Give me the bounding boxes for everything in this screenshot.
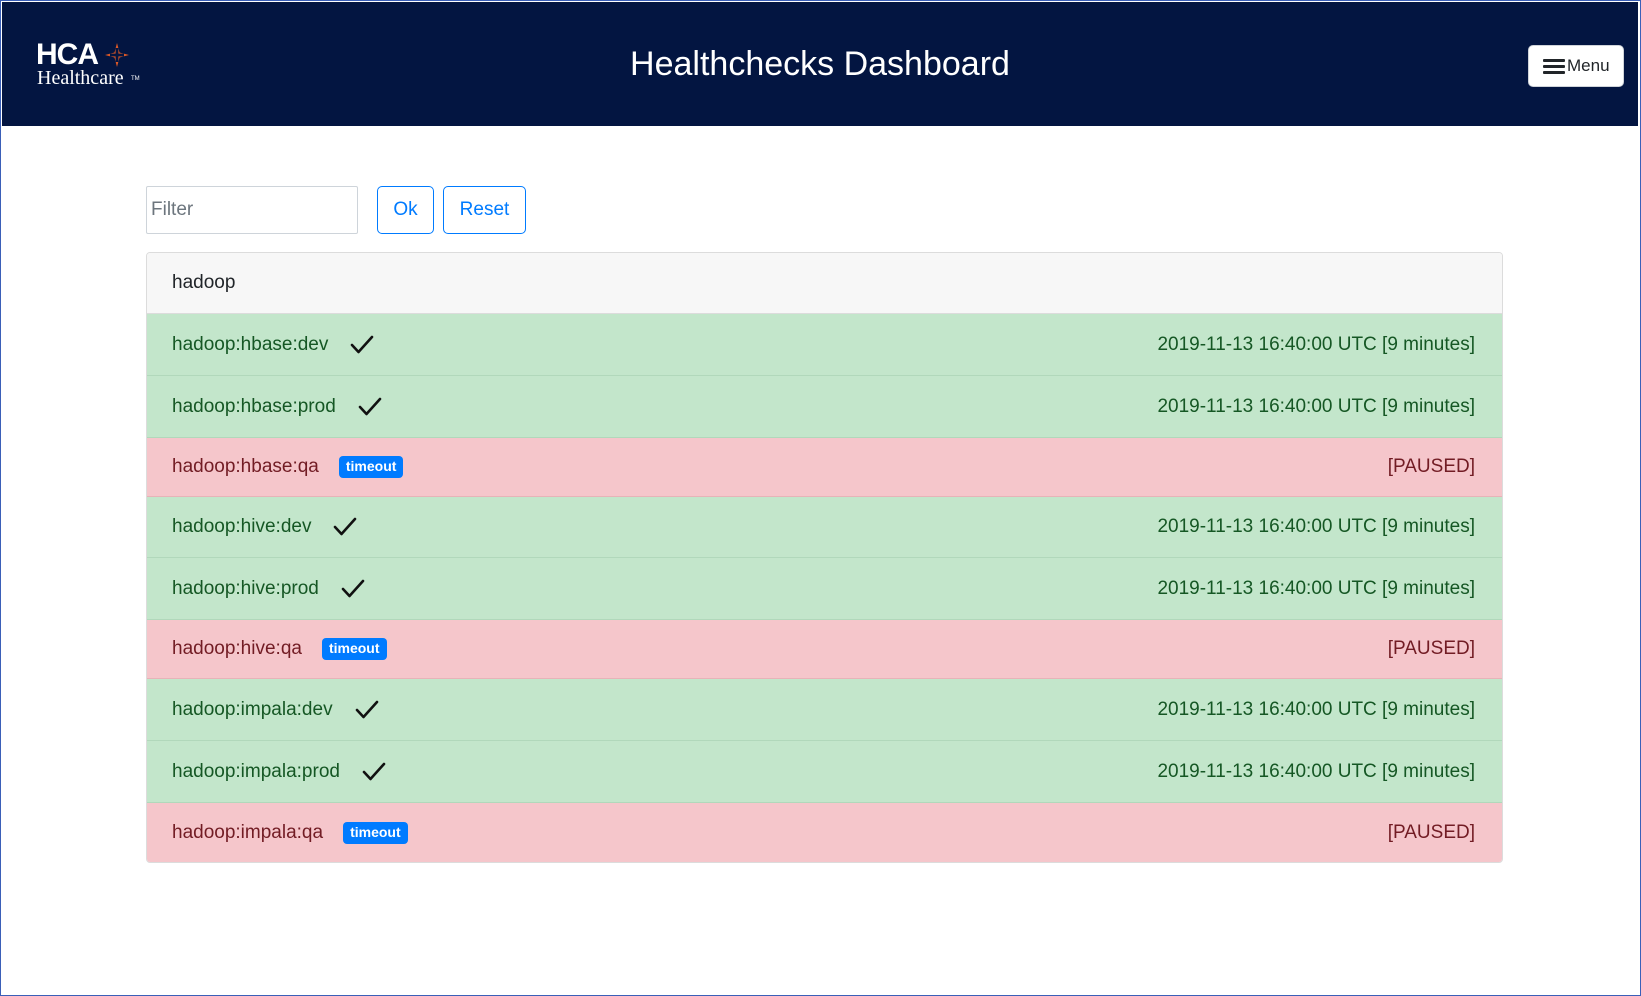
last-ping-time: 2019-11-13 16:40:00 UTC [9 minutes]	[1157, 333, 1475, 355]
check-name: hadoop:hbase:dev	[172, 333, 329, 355]
hamburger-icon	[1543, 58, 1565, 74]
checkmark-icon	[334, 517, 357, 536]
healthcheck-list: hadoop:hbase:dev 2019-11-13 16:40:00 UTC …	[147, 314, 1502, 862]
check-name: hadoop:hive:dev	[172, 516, 312, 537]
healthcheck-row[interactable]: hadoop:hbase:dev 2019-11-13 16:40:00 UTC …	[147, 314, 1502, 376]
healthcheck-row[interactable]: hadoop:hive:prod 2019-11-13 16:40:00 UTC …	[147, 558, 1502, 620]
last-ping-time: 2019-11-13 16:40:00 UTC [9 minutes]	[1157, 698, 1475, 720]
paused-status: [PAUSED]	[1387, 638, 1475, 659]
check-name: hadoop:hive:prod	[172, 577, 319, 599]
paused-status: [PAUSED]	[1387, 821, 1475, 843]
paused-status: [PAUSED]	[1387, 456, 1475, 477]
filter-input[interactable]	[146, 186, 358, 234]
last-ping-time: 2019-11-13 16:40:00 UTC [9 minutes]	[1157, 516, 1475, 537]
menu-button[interactable]: Menu	[1528, 45, 1624, 87]
last-ping-time: 2019-11-13 16:40:00 UTC [9 minutes]	[1157, 395, 1475, 417]
page-title: Healthchecks Dashboard	[630, 45, 1010, 83]
menu-button-label: Menu	[1567, 56, 1610, 75]
checkmark-icon	[358, 397, 382, 415]
checkmark-icon	[362, 762, 386, 780]
checkmark-icon	[341, 579, 365, 597]
healthcheck-row[interactable]: hadoop:hive:dev 2019-11-13 16:40:00 UTC […	[147, 497, 1502, 558]
timeout-badge: timeout	[343, 821, 408, 844]
healthcheck-row[interactable]: hadoop:impala:qa timeout [PAUSED]	[147, 803, 1502, 862]
healthcheck-row[interactable]: hadoop:hbase:qa timeout [PAUSED]	[147, 438, 1502, 497]
last-ping-time: 2019-11-13 16:40:00 UTC [9 minutes]	[1157, 577, 1475, 599]
reset-button[interactable]: Reset	[443, 186, 526, 234]
check-name: hadoop:impala:dev	[172, 698, 333, 720]
check-name: hadoop:impala:prod	[172, 760, 340, 782]
healthcheck-group-card: hadoop hadoop:hbase:dev 2019-11-13 16:40:…	[146, 252, 1503, 863]
group-header: hadoop	[147, 253, 1502, 314]
check-name: hadoop:hbase:qa	[172, 456, 319, 477]
timeout-badge: timeout	[321, 638, 387, 660]
healthcheck-row[interactable]: hadoop:hbase:prod 2019-11-13 16:40:00 UTC…	[147, 376, 1502, 438]
healthcheck-row[interactable]: hadoop:impala:dev 2019-11-13 16:40:00 UTC…	[147, 679, 1502, 741]
check-name: hadoop:hbase:prod	[172, 395, 336, 417]
healthcheck-row[interactable]: hadoop:impala:prod 2019-11-13 16:40:00 UT…	[147, 741, 1502, 803]
check-name: hadoop:impala:qa	[172, 821, 324, 843]
check-name: hadoop:hive:qa	[172, 638, 302, 659]
checkmark-icon	[351, 335, 374, 353]
top-header: HCA Healthcare TM Healthchecks Dashboard…	[2, 2, 1638, 126]
healthcheck-row[interactable]: hadoop:hive:qa timeout [PAUSED]	[147, 620, 1502, 679]
timeout-badge: timeout	[338, 456, 404, 478]
last-ping-time: 2019-11-13 16:40:00 UTC [9 minutes]	[1157, 760, 1475, 782]
ok-button[interactable]: Ok	[377, 186, 434, 234]
checkmark-icon	[355, 700, 378, 718]
